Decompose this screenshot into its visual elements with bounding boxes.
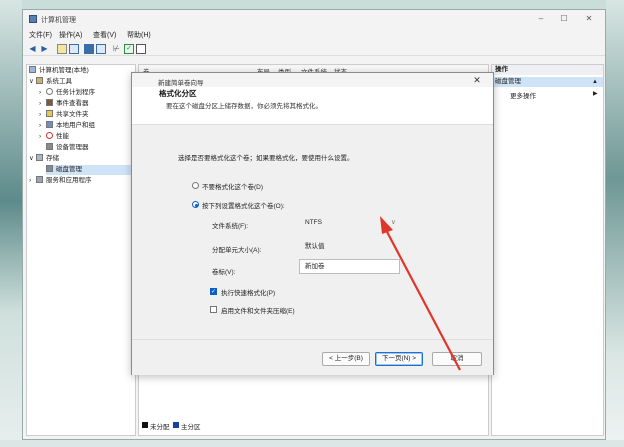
annotation-arrow-head: [380, 216, 393, 234]
annotation-arrow-shaft: [384, 227, 461, 371]
annotation-arrow: [380, 216, 461, 371]
